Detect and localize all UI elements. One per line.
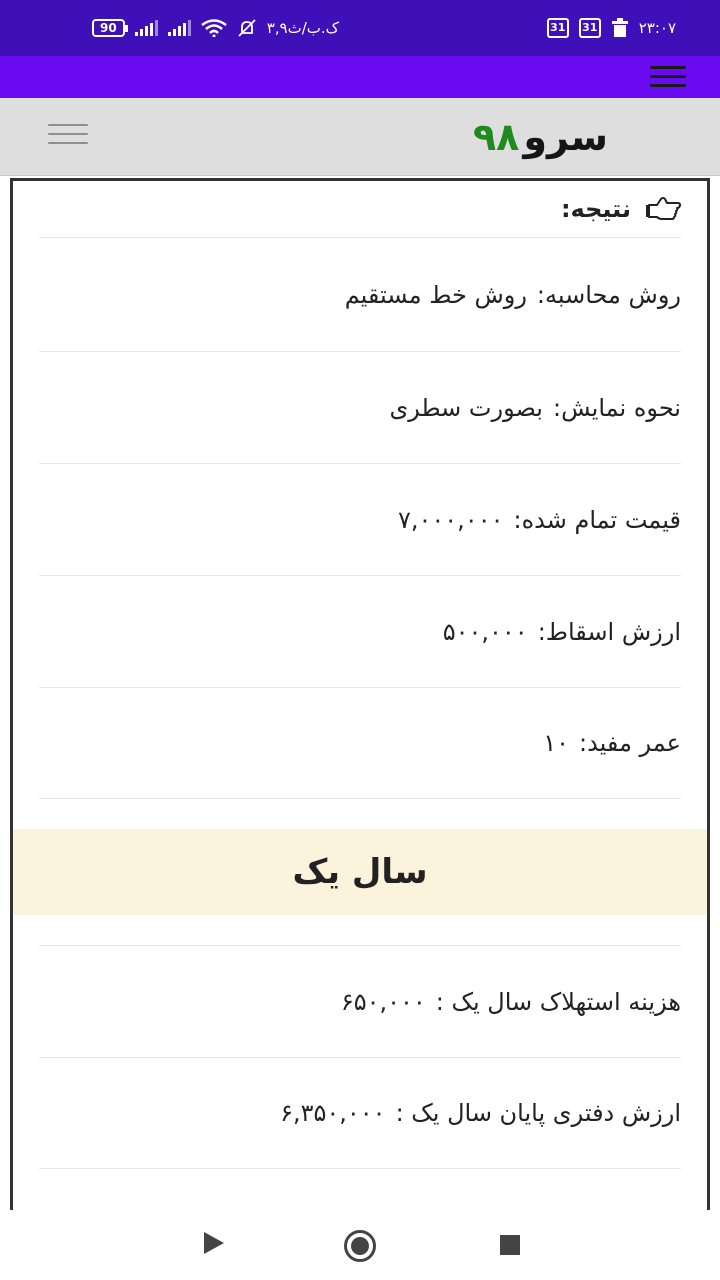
row-label: نحوه نمایش:	[552, 393, 681, 422]
battery-icon: 90	[92, 19, 128, 37]
list-item: عمر مفید: ۱۰	[39, 687, 681, 799]
calendar-icon: 31	[546, 18, 569, 38]
row-value: ۷,۰۰۰,۰۰۰	[397, 505, 504, 534]
row-label: هزینه استهلاک سال یک :	[435, 987, 681, 1016]
site-header: سرو۹۸	[0, 98, 720, 176]
back-icon[interactable]	[204, 1232, 224, 1254]
year-one-heading: سال یک	[13, 829, 707, 915]
row-value: بصورت سطری	[389, 393, 543, 422]
result-rows: روش محاسبه: روش خط مستقیم نحوه نمایش: بص…	[13, 237, 707, 799]
row-label: عمر مفید:	[579, 729, 681, 757]
recent-apps-icon[interactable]	[500, 1235, 520, 1255]
signal-icon-2	[167, 20, 191, 36]
signal-icon	[134, 20, 158, 36]
logo-number: ۹۸	[472, 115, 520, 159]
bell-muted-icon	[238, 19, 256, 37]
home-icon[interactable]	[344, 1230, 376, 1262]
row-label: ارزش دفتری پایان سال یک :	[395, 1099, 681, 1127]
app-menu-icon[interactable]	[650, 66, 686, 88]
status-bar: 90 ۳‚۹ک.ب/ث 31 31 ۲۳:۰۷	[0, 0, 720, 56]
status-time: ۲۳:۰۷	[638, 19, 676, 37]
row-value: ۶۵۰,۰۰۰	[340, 987, 426, 1016]
year-one-rows: هزینه استهلاک سال یک : ۶۵۰,۰۰۰ ارزش دفتر…	[13, 915, 707, 1169]
list-item: هزینه استهلاک سال یک : ۶۵۰,۰۰۰	[39, 945, 681, 1057]
hand-pointing-icon	[646, 197, 681, 220]
system-nav-bar	[0, 1210, 720, 1280]
list-item: نحوه نمایش: بصورت سطری	[39, 351, 681, 463]
app-bar	[0, 56, 720, 98]
row-value: ۱۰	[543, 729, 569, 757]
row-value: ۵۰۰,۰۰۰	[442, 617, 528, 646]
list-item: قیمت تمام شده: ۷,۰۰۰,۰۰۰	[39, 463, 681, 575]
result-heading-text: نتیجه:	[560, 195, 631, 223]
result-panel: نتیجه: روش محاسبه: روش خط مستقیم نحوه نم…	[10, 178, 710, 1210]
row-value: روش خط مستقیم	[344, 280, 527, 309]
status-left: 90 ۳‚۹ک.ب/ث	[92, 18, 339, 38]
row-label: روش محاسبه:	[536, 280, 681, 309]
result-heading: نتیجه:	[13, 181, 707, 237]
row-value: ۶,۳۵۰,۰۰۰	[280, 1099, 386, 1127]
site-logo[interactable]: سرو۹۸	[473, 112, 608, 162]
status-right: 31 31 ۲۳:۰۷	[546, 18, 676, 38]
row-label: قیمت تمام شده:	[513, 505, 681, 534]
trash-icon	[611, 18, 628, 37]
logo-word: سرو	[523, 115, 608, 159]
list-item: ارزش اسقاط: ۵۰۰,۰۰۰	[39, 575, 681, 687]
row-label: ارزش اسقاط:	[537, 617, 681, 646]
list-item: روش محاسبه: روش خط مستقیم	[39, 237, 681, 351]
site-menu-icon[interactable]	[48, 124, 88, 146]
status-left-text: ۳‚۹ک.ب/ث	[266, 19, 340, 37]
calendar-icon-2: 31	[578, 18, 601, 38]
list-item: ارزش دفتری پایان سال یک : ۶,۳۵۰,۰۰۰	[39, 1057, 681, 1169]
wifi-icon	[200, 19, 227, 37]
